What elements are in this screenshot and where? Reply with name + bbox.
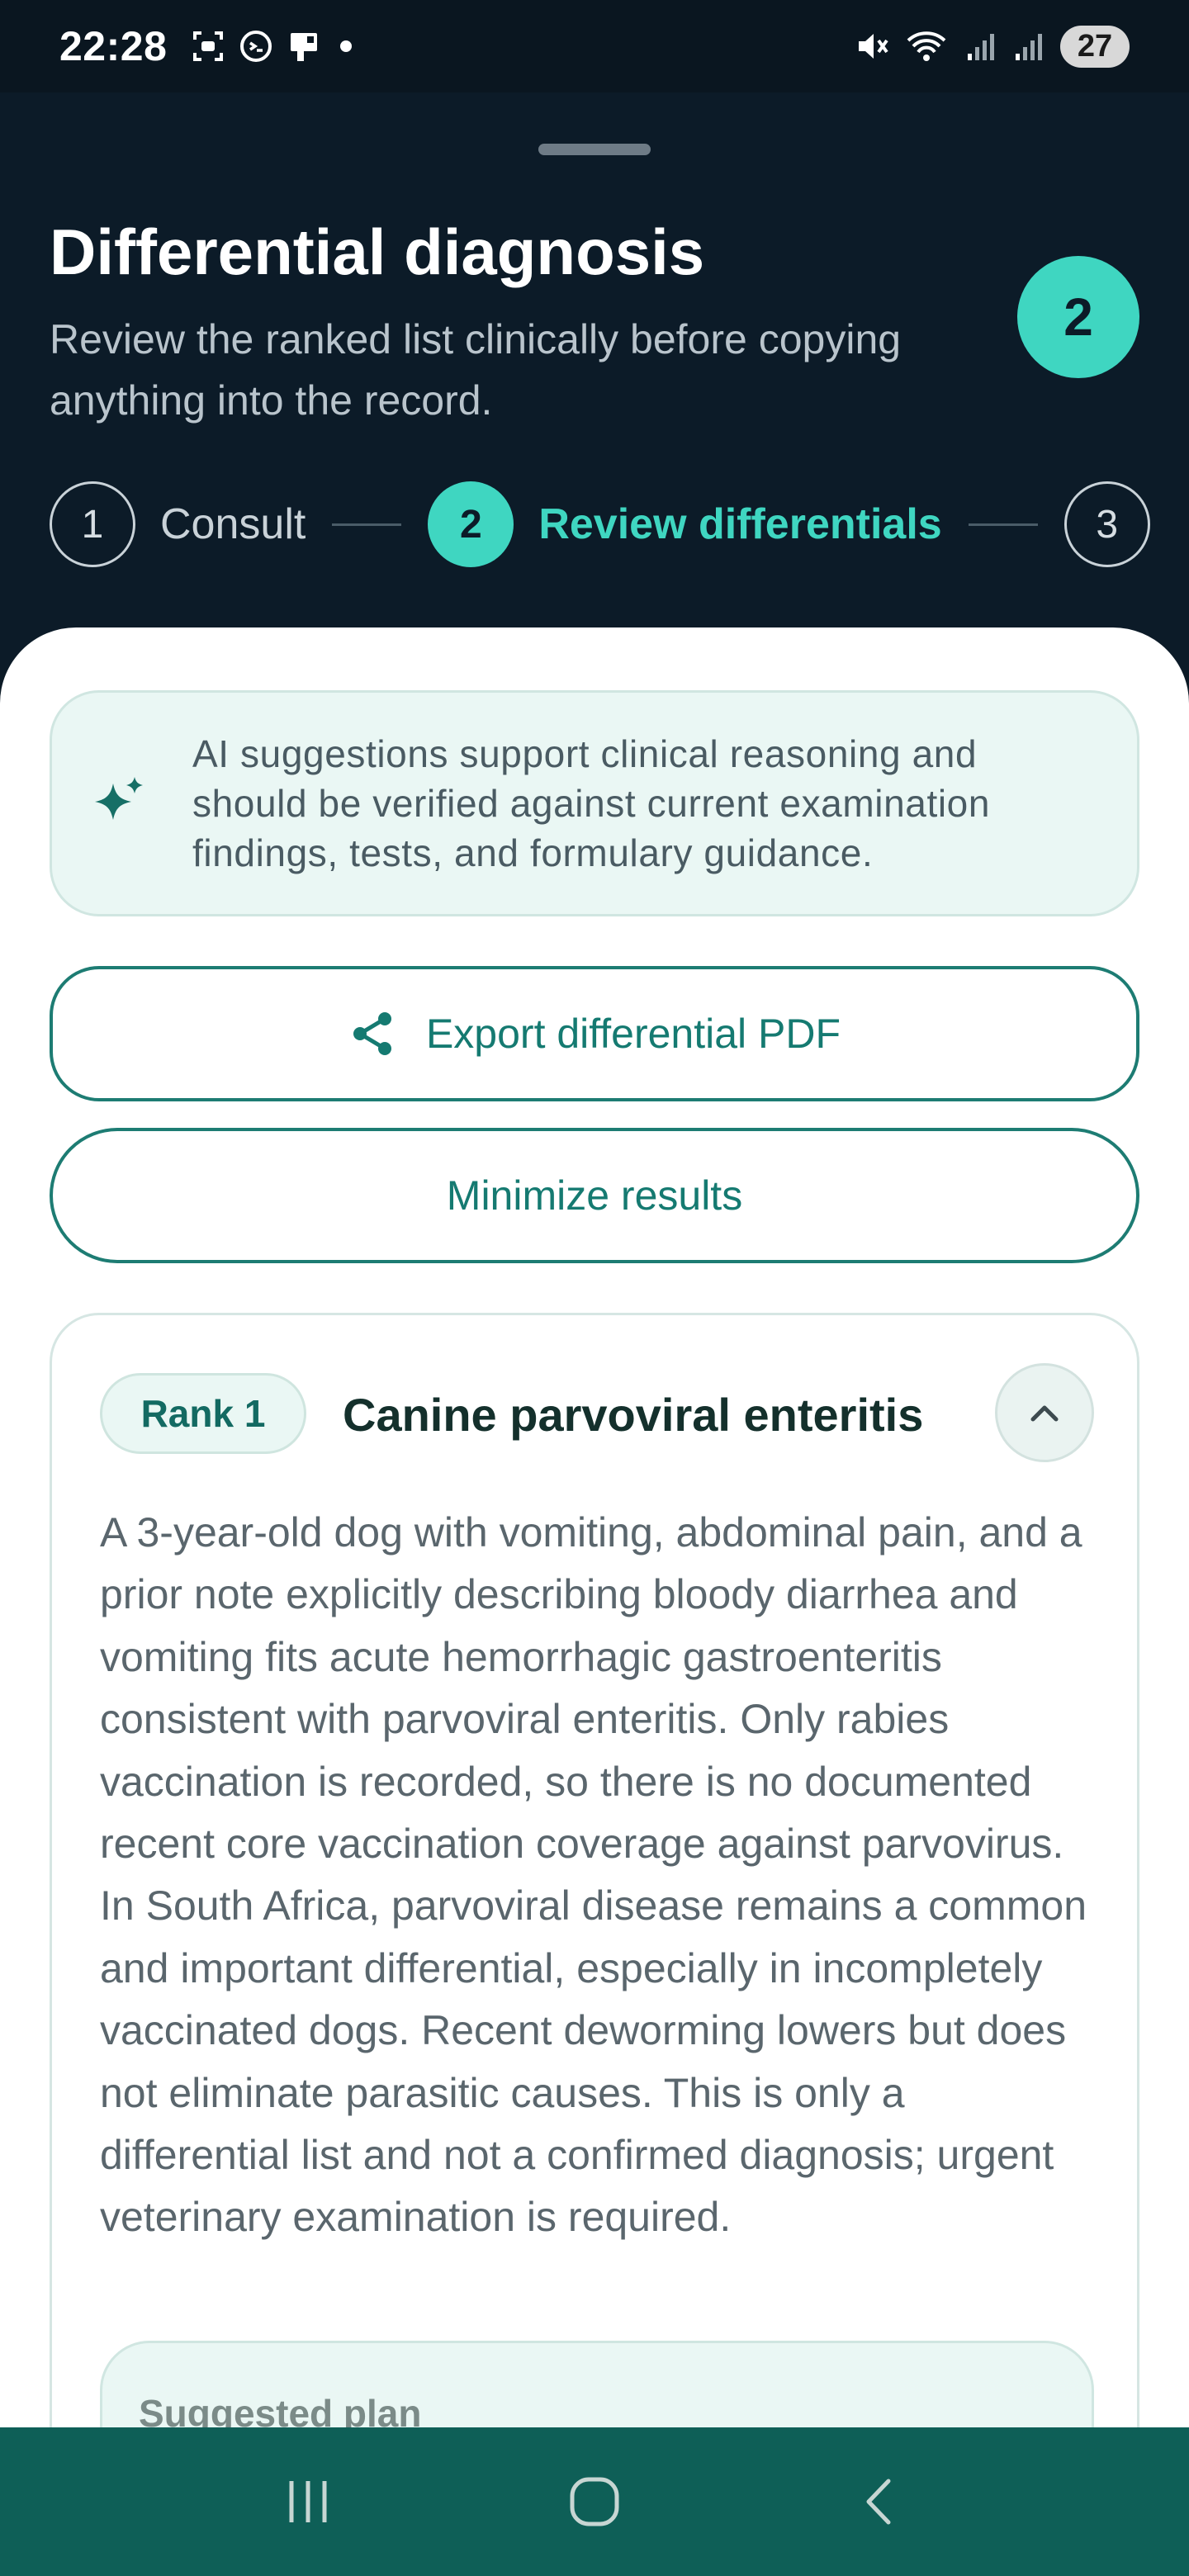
diagnosis-title: Canine parvoviral enteritis <box>343 1389 924 1441</box>
export-pdf-button[interactable]: Export differential PDF <box>50 966 1139 1101</box>
step-connector <box>968 523 1038 526</box>
sparkle-icon <box>88 772 158 835</box>
suggested-plan-panel: Suggested plan <box>100 2341 1094 2427</box>
status-left-icons <box>190 28 358 64</box>
step-3-circle[interactable]: 3 <box>1063 481 1150 567</box>
content-sheet: AI suggestions support clinical reasonin… <box>0 627 1189 2427</box>
back-button[interactable] <box>831 2452 931 2551</box>
home-button[interactable] <box>545 2452 644 2551</box>
suggested-plan-label: Suggested plan <box>139 2392 422 2427</box>
stepper: 1 Consult 2 Review differentials 3 <box>50 481 1150 568</box>
dot-icon <box>340 40 353 52</box>
ai-notice-text: AI suggestions support clinical reasonin… <box>192 732 991 874</box>
page-title: Differential diagnosis <box>50 215 705 288</box>
rank-badge: Rank 1 <box>100 1373 306 1454</box>
collapse-button[interactable] <box>995 1363 1094 1462</box>
status-time: 22:28 <box>59 23 168 69</box>
wifi-icon <box>907 31 946 61</box>
differential-card: Rank 1 Canine parvoviral enteritis A 3-y… <box>50 1313 1139 2427</box>
signal-icon <box>1016 34 1042 60</box>
header: Differential diagnosis Review the ranked… <box>0 92 1189 670</box>
mute-icon <box>859 34 888 59</box>
step-1-circle[interactable]: 1 <box>50 481 135 567</box>
recent-apps-button[interactable] <box>258 2452 358 2551</box>
recent-apps-icon <box>289 2481 327 2522</box>
chat-bubble-icon <box>240 31 272 62</box>
sheet-drag-handle[interactable] <box>538 144 651 155</box>
clipboard-icon <box>291 33 318 61</box>
system-nav-bar <box>0 2427 1189 2576</box>
home-icon <box>570 2477 619 2526</box>
minimize-results-label: Minimize results <box>446 1172 743 1219</box>
diagnosis-description: A 3-year-old dog with vomiting, abdomina… <box>100 1509 1087 2241</box>
minimize-results-button[interactable]: Minimize results <box>50 1128 1139 1263</box>
current-step-badge: 2 <box>1017 256 1139 378</box>
screenshot-icon <box>193 31 224 61</box>
back-icon <box>866 2479 891 2525</box>
export-pdf-label: Export differential PDF <box>425 1011 841 1057</box>
step-2-circle[interactable]: 2 <box>428 481 514 567</box>
status-right: 27 <box>852 25 1130 68</box>
step-connector <box>332 523 402 526</box>
ai-notice: AI suggestions support clinical reasonin… <box>50 690 1139 916</box>
page-subtitle: Review the ranked list clinically before… <box>50 316 902 424</box>
status-bar: 22:28 27 <box>0 0 1189 92</box>
battery-indicator: 27 <box>1060 25 1130 68</box>
step-1-label[interactable]: Consult <box>160 500 306 549</box>
share-icon <box>348 1009 398 1058</box>
chevron-up-icon <box>1030 1405 1059 1422</box>
signal-icon <box>968 34 994 60</box>
step-2-label[interactable]: Review differentials <box>538 500 941 549</box>
